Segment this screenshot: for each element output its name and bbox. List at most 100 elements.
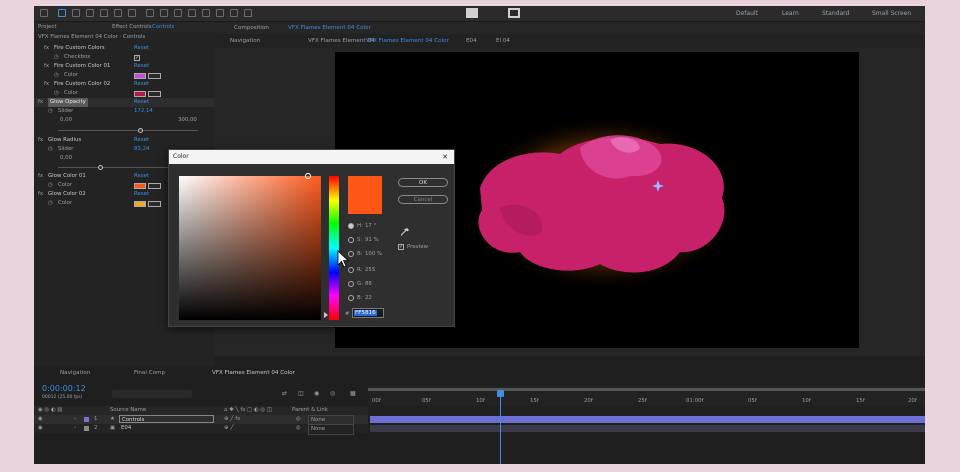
color-swatch[interactable] [134, 183, 146, 189]
slider-handle[interactable] [138, 128, 143, 133]
crumb-2[interactable]: VFX Flames Element 04 Color [366, 34, 449, 48]
parent-pickwhip-icon[interactable]: ◎ [296, 415, 301, 424]
checkbox[interactable]: ✓ [134, 55, 140, 61]
fx-icon[interactable]: fx [38, 172, 43, 181]
radio-hue[interactable] [348, 223, 354, 229]
visibility-eye-icon[interactable]: ◉ [38, 415, 43, 424]
eraser-tool-icon[interactable] [216, 9, 224, 17]
layer-name[interactable]: Controls [119, 415, 214, 423]
fx-icon[interactable]: fx [38, 136, 43, 145]
reset-link[interactable]: Reset [134, 190, 149, 199]
comp-mini-flowchart-icon[interactable]: ⇄ [282, 390, 287, 397]
slider-value[interactable]: 83,24 [134, 145, 149, 154]
radio-brightness[interactable] [348, 251, 354, 257]
parent-pickwhip-icon[interactable]: ◎ [296, 424, 301, 433]
stopwatch-icon[interactable]: ◷ [48, 199, 53, 208]
reset-link[interactable]: Reset [134, 136, 149, 145]
workspace-default[interactable]: Default [736, 10, 758, 17]
playhead[interactable] [497, 390, 504, 464]
type-tool-icon[interactable] [174, 9, 182, 17]
workspace-standard[interactable]: Standard [822, 10, 849, 17]
radio-blue[interactable] [348, 295, 354, 301]
navigation-label[interactable]: Navigation [230, 34, 260, 48]
stopwatch-icon[interactable]: ◷ [54, 53, 59, 62]
cancel-button[interactable]: Cancel [398, 195, 448, 204]
tab-effect-controls[interactable]: Effect Controls [112, 22, 152, 32]
timeline-tab-final-comp[interactable]: Final Comp [134, 370, 165, 376]
color-swatch[interactable] [134, 201, 146, 207]
reset-link[interactable]: Reset [134, 172, 149, 181]
crumb-4[interactable]: El 04 [496, 34, 510, 48]
work-area-bar[interactable] [368, 388, 925, 391]
preview-checkbox[interactable]: ✓ [398, 244, 404, 250]
fx-icon[interactable]: fx [44, 44, 49, 53]
toolbar-fill-swatch[interactable] [466, 8, 478, 18]
layer-switches-icon[interactable]: ⊕ ╱ fx [224, 415, 240, 424]
pen-tool-icon[interactable] [160, 9, 168, 17]
hue-value[interactable]: 17 ° [365, 223, 376, 229]
clone-tool-icon[interactable] [202, 9, 210, 17]
saturation-value[interactable]: 91 % [365, 237, 379, 243]
green-value[interactable]: 88 [365, 281, 372, 287]
eyedropper-icon[interactable] [401, 228, 409, 238]
reset-link[interactable]: Reset [134, 98, 149, 107]
workspace-small-screen[interactable]: Small Screen [872, 10, 911, 17]
hue-slider[interactable] [324, 176, 339, 320]
timeline-tab-navigation[interactable]: Navigation [60, 370, 90, 376]
dolly-tool-icon[interactable] [128, 9, 136, 17]
radio-green[interactable] [348, 281, 354, 287]
time-ruler[interactable]: 00f 05f 10f 15f 20f 25f 01:00f 05f 10f 1… [368, 386, 925, 406]
home-icon[interactable] [40, 9, 48, 17]
color-swatch[interactable] [134, 73, 146, 79]
zoom-tool-icon[interactable] [86, 9, 94, 17]
fx-icon[interactable]: fx [44, 80, 49, 89]
glow-radius-slider-track[interactable] [58, 165, 168, 170]
stopwatch-icon[interactable]: ◷ [54, 89, 59, 98]
crumb-1[interactable]: VFX Flames Element 04 [308, 34, 375, 48]
layer-row[interactable]: ◉ › 2 ▣ E04 ⊕ ╱ ◎ None [34, 424, 368, 435]
layer-label-color[interactable] [84, 426, 89, 431]
layer-bar-e04[interactable] [370, 425, 925, 432]
hand-tool-icon[interactable] [72, 9, 80, 17]
draft-3d-icon[interactable]: ◫ [298, 390, 304, 397]
layer-expand-icon[interactable]: › [74, 424, 76, 433]
layer-bar-controls[interactable] [370, 416, 925, 423]
hue-slider-arrow-left[interactable] [324, 312, 328, 318]
shy-layers-icon[interactable]: ◉ [314, 390, 319, 397]
eyedropper-icon[interactable] [148, 201, 161, 207]
brightness-value[interactable]: 100 % [365, 251, 382, 257]
tab-project[interactable]: Project [38, 22, 56, 32]
workspace-learn[interactable]: Learn [782, 10, 799, 17]
effect-fire-custom-color-01[interactable]: fx Fire Custom Color 01 Reset [34, 62, 214, 71]
pan-tool-icon[interactable] [114, 9, 122, 17]
tab-composition[interactable]: Composition [234, 22, 269, 34]
current-timecode[interactable]: 0:00:00:12 [42, 384, 86, 393]
radio-saturation[interactable] [348, 237, 354, 243]
fx-icon[interactable]: fx [44, 62, 49, 71]
effect-glow-opacity[interactable]: fx Glow Opacity Reset [34, 98, 214, 107]
parent-dropdown[interactable]: None [308, 424, 354, 435]
red-value[interactable]: 255 [365, 267, 375, 273]
ok-button[interactable]: OK [398, 178, 448, 187]
stopwatch-icon[interactable]: ◷ [54, 71, 59, 80]
tab-effect-target[interactable]: Controls [152, 22, 174, 32]
glow-opacity-slider-track[interactable] [58, 128, 198, 133]
layer-row[interactable]: ◉ › 1 ★ Controls ⊕ ╱ fx ◎ None [34, 415, 368, 426]
layer-expand-icon[interactable]: › [74, 415, 76, 424]
stopwatch-icon[interactable]: ◷ [48, 145, 53, 154]
crumb-3[interactable]: E04 [466, 34, 477, 48]
reset-link[interactable]: Reset [134, 80, 149, 89]
rectangle-tool-icon[interactable] [146, 9, 154, 17]
timeline-tab-active-comp[interactable]: VFX Flames Element 04 Color [212, 370, 295, 376]
slider-handle[interactable] [98, 165, 103, 170]
eyedropper-icon[interactable] [148, 73, 161, 79]
tab-comp-name[interactable]: VFX Flames Element 04 Color [288, 22, 371, 34]
layer-label-color[interactable] [84, 417, 89, 422]
eyedropper-icon[interactable] [148, 91, 161, 97]
effect-fire-custom-color-02[interactable]: fx Fire Custom Color 02 Reset [34, 80, 214, 89]
effect-glow-radius[interactable]: fx Glow Radius Reset [34, 136, 214, 145]
motion-blur-icon[interactable]: ◎ [330, 390, 335, 397]
radio-red[interactable] [348, 267, 354, 273]
blue-value[interactable]: 22 [365, 295, 372, 301]
selection-tool-icon[interactable] [58, 9, 66, 17]
